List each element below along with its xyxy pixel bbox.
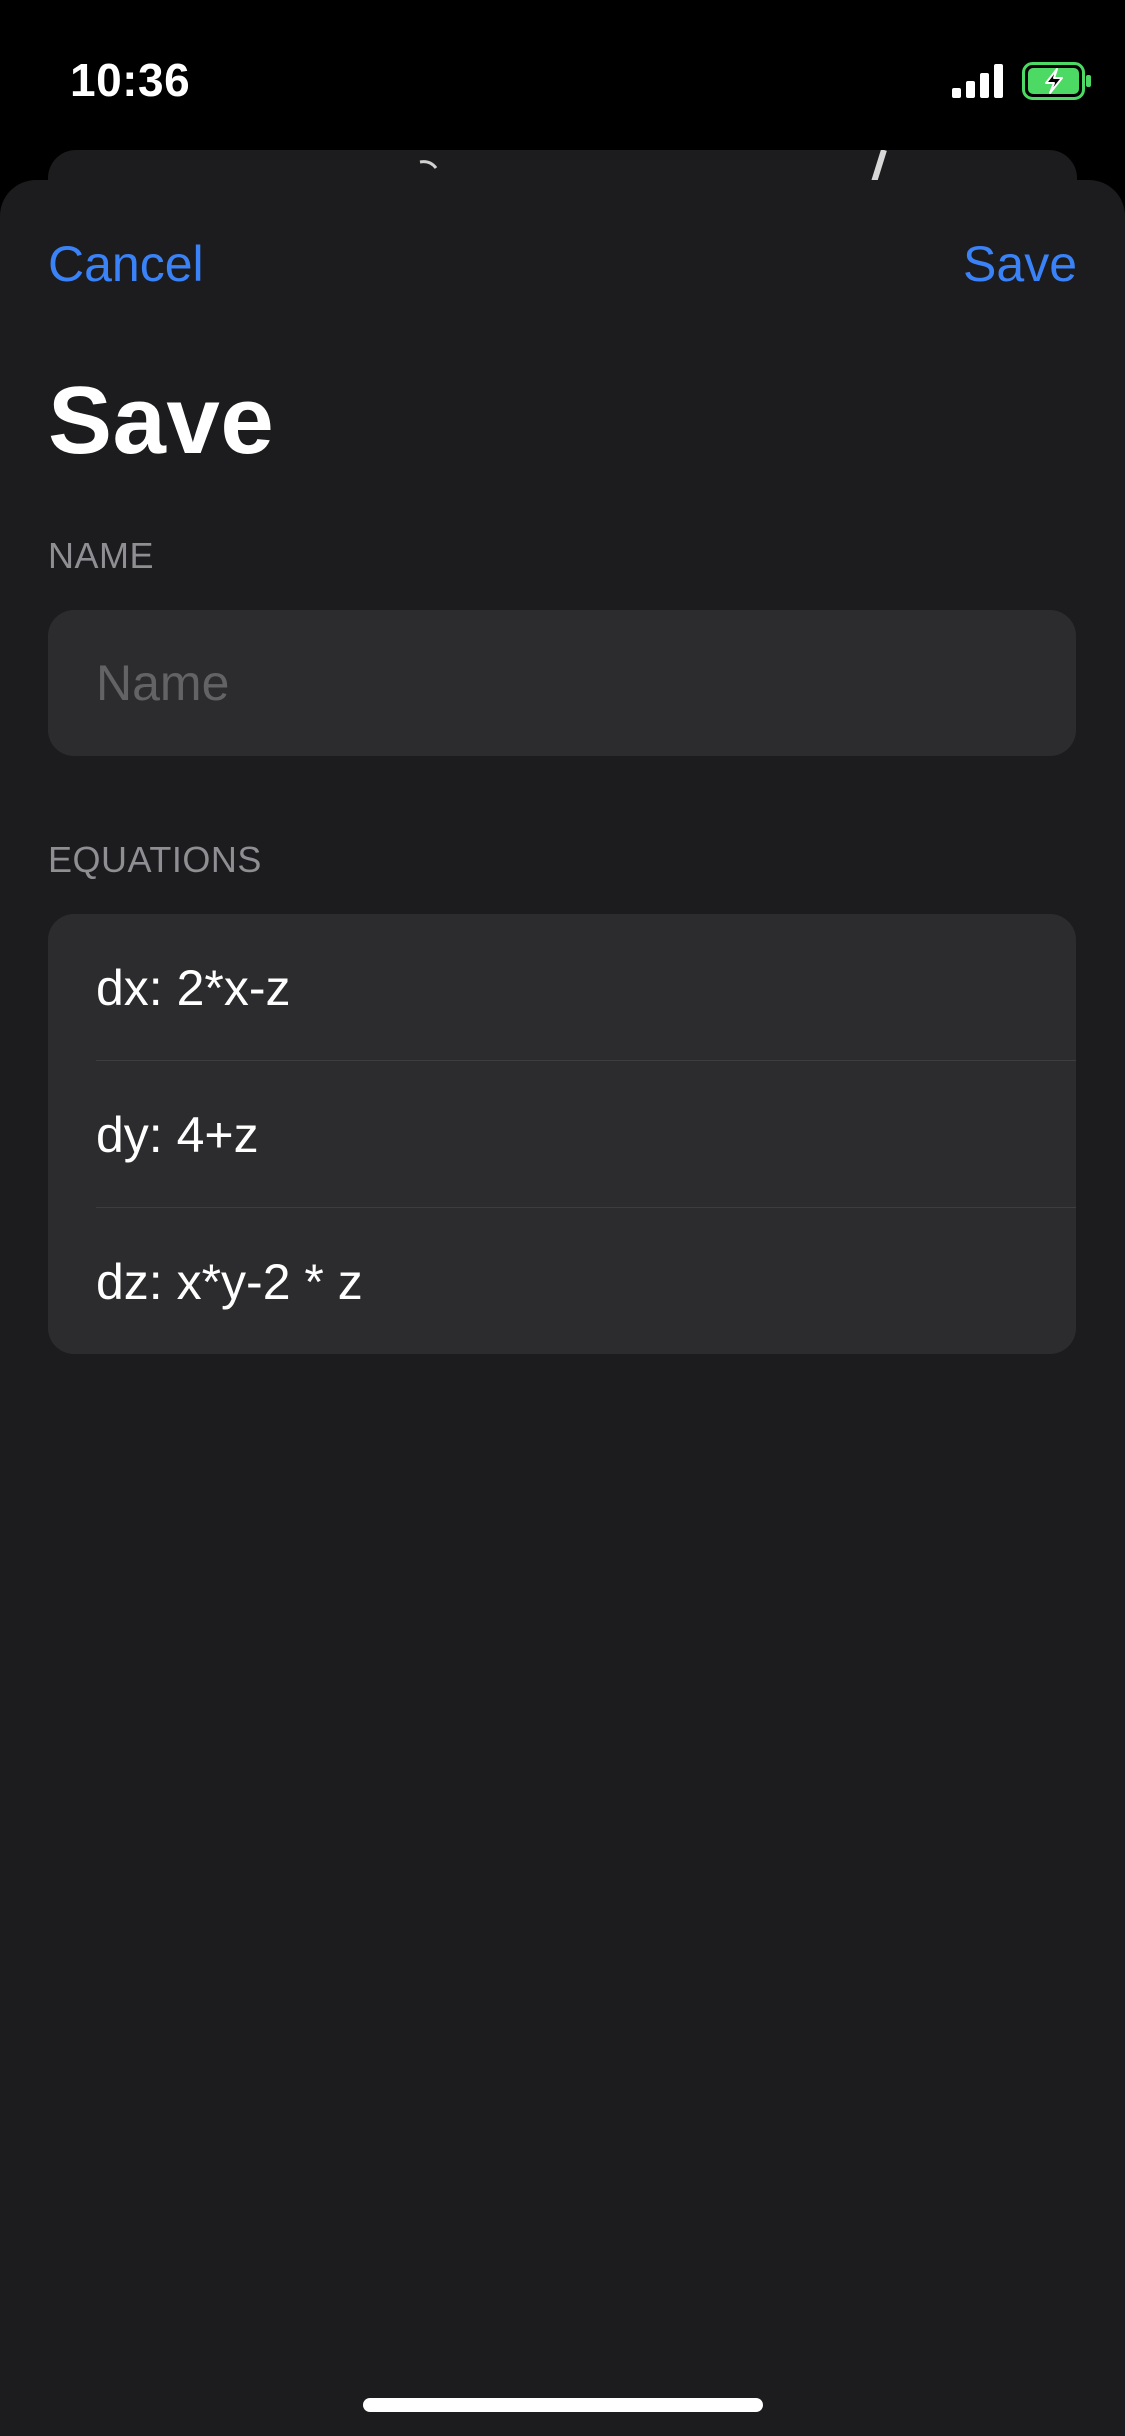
row-divider	[96, 1207, 1076, 1208]
equation-row-dx[interactable]: dx: 2*x-z	[48, 914, 1076, 1060]
equation-label: dz: x*y-2 * z	[96, 1254, 363, 1310]
equations-group: dx: 2*x-z dy: 4+z dz: x*y-2 * z	[48, 914, 1076, 1354]
cellular-signal-icon	[952, 64, 1003, 98]
name-section-header: NAME	[48, 535, 155, 576]
equation-row-dy[interactable]: dy: 4+z	[48, 1061, 1076, 1207]
equations-section-header: EQUATIONS	[48, 839, 262, 880]
equation-label: dx: 2*x-z	[96, 960, 291, 1016]
page-title: Save	[48, 367, 275, 474]
name-input[interactable]	[96, 610, 1036, 756]
home-indicator[interactable]	[363, 2398, 763, 2412]
save-sheet: Cancel Save Save NAME EQUATIONS dx: 2*x-…	[0, 180, 1125, 2436]
status-time: 10:36	[70, 54, 191, 106]
status-bar: 10:36	[0, 0, 1125, 150]
battery-charging-icon	[1022, 62, 1091, 100]
cancel-button[interactable]: Cancel	[48, 234, 204, 294]
name-group	[48, 610, 1076, 756]
save-button[interactable]: Save	[963, 234, 1077, 294]
equation-label: dy: 4+z	[96, 1107, 259, 1163]
row-divider	[96, 1060, 1076, 1061]
equation-row-dz[interactable]: dz: x*y-2 * z	[48, 1208, 1076, 1354]
